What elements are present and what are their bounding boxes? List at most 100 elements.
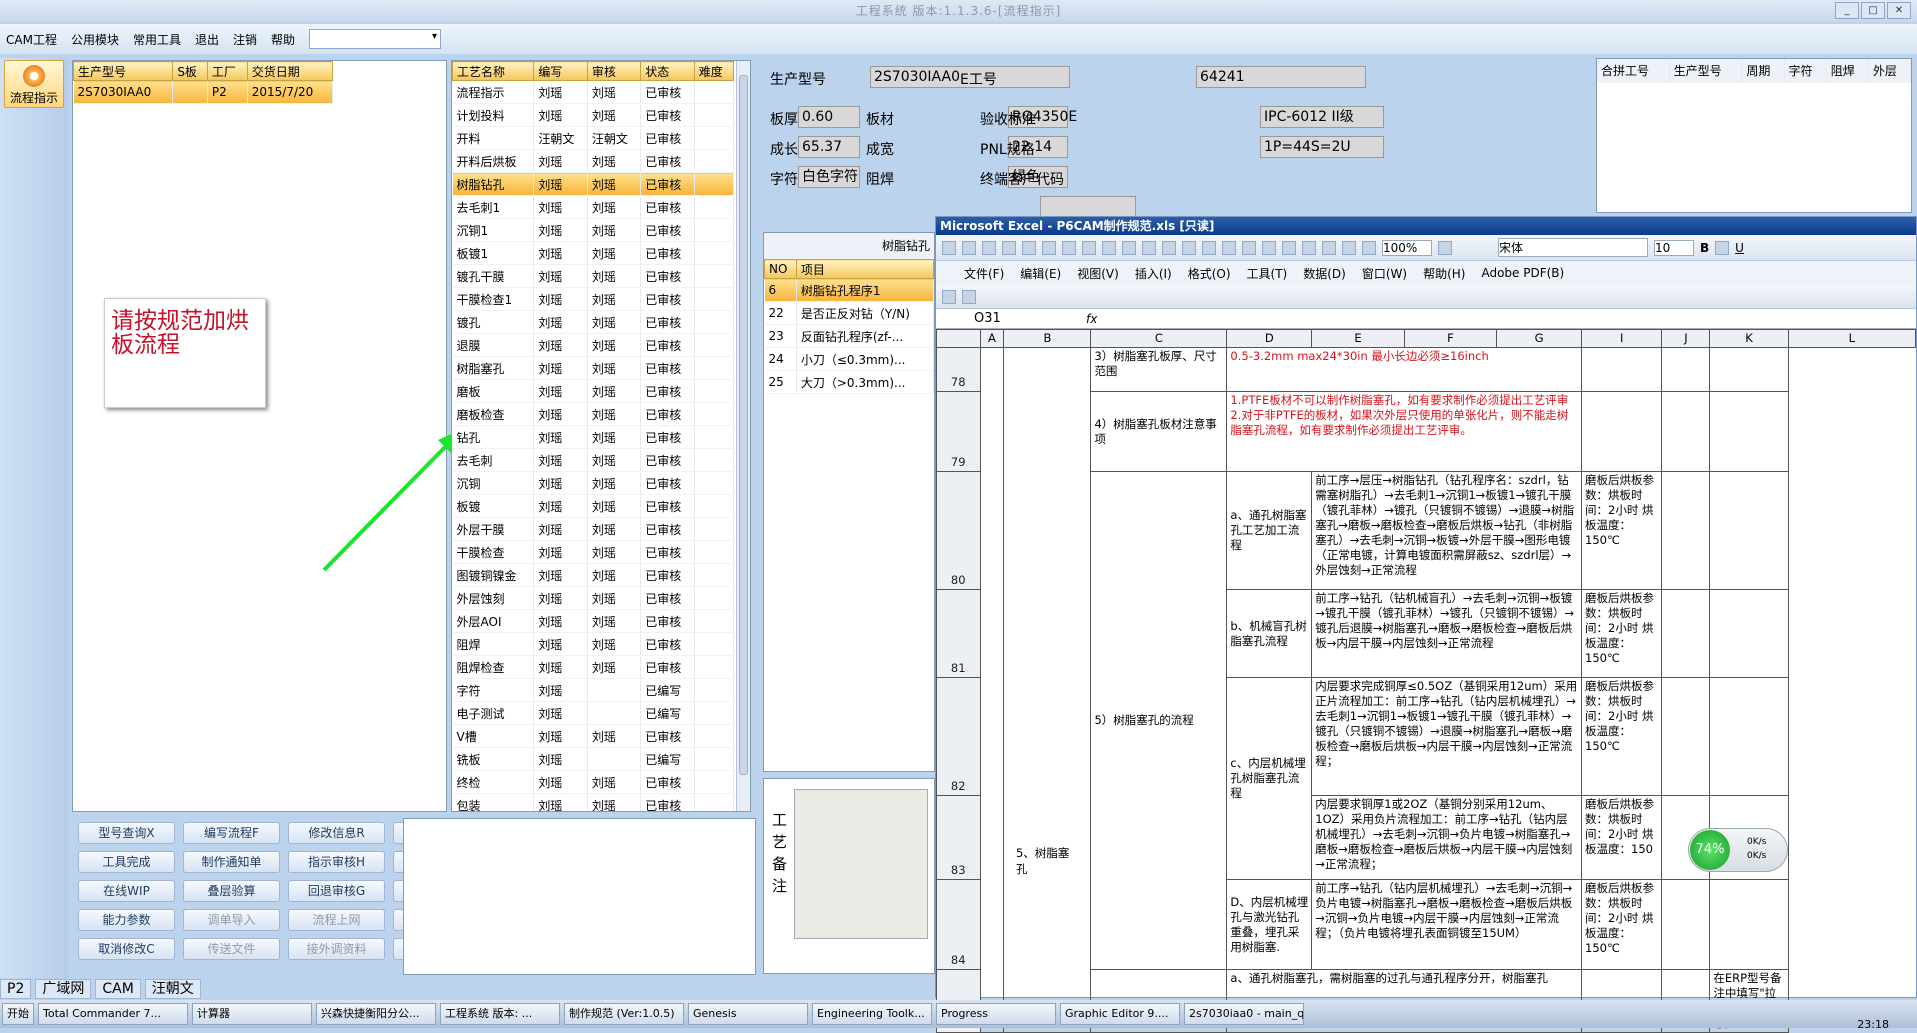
column-header[interactable]: 项目 bbox=[795, 259, 935, 279]
column-header[interactable]: 外层 bbox=[1868, 59, 1912, 83]
table-row[interactable]: 开料后烘板 刘瑶 刘瑶 已审核 bbox=[452, 149, 735, 173]
column-header[interactable]: 合拼工号 bbox=[1597, 59, 1670, 83]
menu-combo[interactable] bbox=[309, 29, 442, 49]
table-row[interactable]: 25 大刀（>0.3mm)... bbox=[764, 370, 935, 394]
table-row[interactable]: 24 小刀（≤0.3mm)... bbox=[764, 347, 935, 371]
field-value[interactable]: 65.37 bbox=[798, 136, 860, 158]
taskbar-item[interactable]: Progress bbox=[936, 1003, 1056, 1025]
column-header[interactable]: 阻焊 bbox=[1826, 59, 1869, 83]
column-header[interactable]: 生产型号 bbox=[1669, 59, 1743, 83]
table-row[interactable]: 计划投料 刘瑶 刘瑶 已审核 bbox=[452, 103, 735, 127]
column-header[interactable]: 字符 bbox=[1784, 59, 1827, 83]
table-cell[interactable]: 2S7030IAA0 bbox=[73, 80, 174, 104]
column-header[interactable]: 状态 bbox=[640, 61, 695, 81]
table-row[interactable]: 电子测试 刘瑶 已编写 bbox=[452, 701, 735, 725]
table-row[interactable]: 流程指示 刘瑶 刘瑶 已审核 bbox=[452, 80, 735, 104]
table-row[interactable]: 磨板 刘瑶 刘瑶 已审核 bbox=[452, 379, 735, 403]
table-row[interactable]: 图镀铜镍金 刘瑶 刘瑶 已审核 bbox=[452, 563, 735, 587]
action-button[interactable]: 调单导入 bbox=[183, 909, 280, 931]
taskbar-item[interactable]: Genesis bbox=[688, 1003, 808, 1025]
scrollbar[interactable] bbox=[736, 61, 750, 811]
column-header[interactable]: 交货日期 bbox=[246, 61, 334, 81]
table-row[interactable]: 去毛刺 刘瑶 刘瑶 已审核 bbox=[452, 448, 735, 472]
menu-item[interactable]: 注销 bbox=[233, 31, 257, 48]
menu-item[interactable]: 退出 bbox=[195, 31, 219, 48]
menu-item[interactable]: 常用工具 bbox=[133, 31, 181, 48]
column-header[interactable]: G bbox=[1496, 329, 1582, 348]
column-header[interactable]: 周期 bbox=[1741, 59, 1785, 83]
table-row[interactable]: 外层干膜 刘瑶 刘瑶 已审核 bbox=[452, 517, 735, 541]
field-value[interactable]: 64241 bbox=[1196, 66, 1366, 88]
close-icon[interactable]: ✕ bbox=[1887, 2, 1911, 19]
excel-menu-item[interactable]: 视图(V) bbox=[1077, 265, 1119, 282]
excel-menu-item[interactable]: Adobe PDF(B) bbox=[1481, 266, 1564, 280]
table-cell[interactable]: 2015/7/20 bbox=[247, 80, 334, 104]
column-header[interactable]: 工艺名称 bbox=[452, 61, 535, 81]
table-row[interactable]: 字符 刘瑶 已编写 bbox=[452, 678, 735, 702]
table-row[interactable]: 开料 汪朝文 汪朝文 已审核 bbox=[452, 126, 735, 150]
table-row[interactable]: 干膜检查 刘瑶 刘瑶 已审核 bbox=[452, 540, 735, 564]
bottom-tab[interactable]: P2 bbox=[0, 979, 32, 999]
table-row[interactable]: 22 是否正反对钻（Y/N) bbox=[764, 301, 935, 325]
field-value[interactable]: 白色字符 bbox=[798, 166, 860, 188]
column-header[interactable]: I bbox=[1580, 329, 1663, 348]
table-row[interactable]: 镀孔干膜 刘瑶 刘瑶 已审核 bbox=[452, 264, 735, 288]
column-header[interactable]: L bbox=[1787, 329, 1917, 348]
excel-menu-item[interactable]: 文件(F) bbox=[964, 265, 1004, 282]
table-row[interactable]: 磨板检查 刘瑶 刘瑶 已审核 bbox=[452, 402, 735, 426]
column-header[interactable]: 编写 bbox=[533, 61, 588, 81]
table-row[interactable]: 树脂塞孔 刘瑶 刘瑶 已审核 bbox=[452, 356, 735, 380]
column-header[interactable]: F bbox=[1403, 329, 1498, 348]
action-button[interactable]: 编写流程F bbox=[183, 822, 280, 844]
maximize-icon[interactable]: □ bbox=[1861, 2, 1885, 19]
table-cell[interactable]: P2 bbox=[207, 80, 248, 104]
table-row[interactable]: 23 反面钻孔程序(zf-... bbox=[764, 324, 935, 348]
action-button[interactable]: 制作通知单 bbox=[183, 851, 280, 873]
column-header[interactable]: B bbox=[1003, 329, 1092, 348]
table-row[interactable]: 退膜 刘瑶 刘瑶 已审核 bbox=[452, 333, 735, 357]
excel-menu-item[interactable]: 数据(D) bbox=[1303, 265, 1346, 282]
table-row[interactable]: 板镀1 刘瑶 刘瑶 已审核 bbox=[452, 241, 735, 265]
column-header[interactable]: C bbox=[1090, 329, 1228, 348]
column-header[interactable]: S板 bbox=[172, 61, 208, 81]
taskbar-item[interactable]: Graphic Editor 9.... bbox=[1060, 1003, 1180, 1025]
start-button[interactable]: 开始 bbox=[2, 1003, 34, 1025]
table-row[interactable]: 沉铜 刘瑶 刘瑶 已审核 bbox=[452, 471, 735, 495]
taskbar-item[interactable]: 2s7030iaa0 - main_qa bbox=[1184, 1003, 1304, 1025]
column-header[interactable]: E bbox=[1311, 329, 1405, 348]
font-box[interactable]: 宋体 bbox=[1498, 238, 1648, 257]
minimize-icon[interactable]: _ bbox=[1835, 2, 1859, 19]
table-row[interactable]: 铣板 刘瑶 已编写 bbox=[452, 747, 735, 771]
table-row[interactable]: 去毛刺1 刘瑶 刘瑶 已审核 bbox=[452, 195, 735, 219]
action-button[interactable]: 流程上网 bbox=[288, 909, 385, 931]
table-row[interactable]: 干膜检查1 刘瑶 刘瑶 已审核 bbox=[452, 287, 735, 311]
excel-menu-item[interactable]: 窗口(W) bbox=[1362, 265, 1407, 282]
taskbar-item[interactable]: 兴森快捷衡阳分公... bbox=[316, 1003, 436, 1025]
field-value[interactable]: 0.60 bbox=[798, 106, 860, 128]
zoom-box[interactable]: 100% bbox=[1382, 239, 1432, 256]
flow-nav-button[interactable]: ● 流程指示 bbox=[4, 60, 64, 108]
menu-item[interactable]: 帮助 bbox=[271, 31, 295, 48]
column-header[interactable]: A bbox=[979, 329, 1005, 348]
excel-menu-item[interactable]: 工具(T) bbox=[1247, 265, 1288, 282]
taskbar-item[interactable]: 制作规范 (Ver:1.0.5) bbox=[564, 1003, 684, 1025]
action-button[interactable]: 修改信息R bbox=[288, 822, 385, 844]
action-button[interactable]: 能力参数 bbox=[78, 909, 175, 931]
excel-menu-item[interactable]: 格式(O) bbox=[1188, 265, 1231, 282]
action-button[interactable]: 在线WIP bbox=[78, 880, 175, 902]
table-row[interactable]: 终检 刘瑶 刘瑶 已审核 bbox=[452, 770, 735, 794]
menu-item[interactable]: 公用模块 bbox=[71, 31, 119, 48]
bold-icon[interactable]: B bbox=[1700, 241, 1709, 255]
table-cell[interactable] bbox=[172, 80, 208, 104]
bottom-tab[interactable]: CAM bbox=[95, 979, 141, 999]
table-row[interactable]: 阻焊检查 刘瑶 刘瑶 已审核 bbox=[452, 655, 735, 679]
column-header[interactable]: K bbox=[1709, 329, 1789, 348]
table-row[interactable]: 板镀 刘瑶 刘瑶 已审核 bbox=[452, 494, 735, 518]
table-row[interactable]: 6 树脂钻孔程序1 bbox=[764, 278, 935, 302]
taskbar-item[interactable]: 计算器 bbox=[192, 1003, 312, 1025]
action-button[interactable]: 传送文件 bbox=[183, 938, 280, 960]
table-row[interactable]: 钻孔 刘瑶 刘瑶 已审核 bbox=[452, 425, 735, 449]
menu-item[interactable]: CAM工程 bbox=[6, 31, 57, 48]
taskbar-item[interactable]: Engineering Toolk... bbox=[812, 1003, 932, 1025]
table-row[interactable]: 外层蚀刻 刘瑶 刘瑶 已审核 bbox=[452, 586, 735, 610]
